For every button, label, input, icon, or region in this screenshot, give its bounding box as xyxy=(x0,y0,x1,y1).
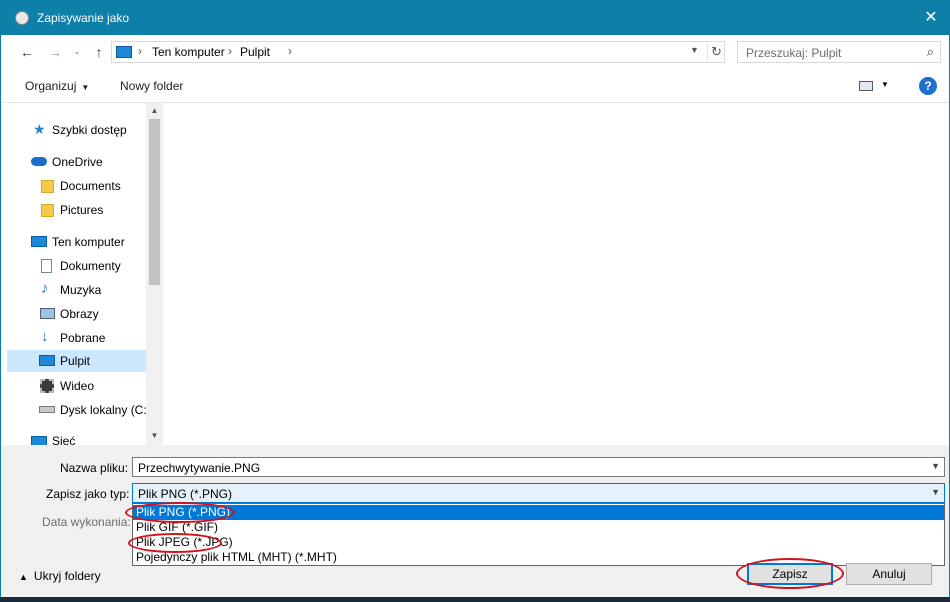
sidebar-item-label: Ten komputer xyxy=(52,235,125,249)
star-icon: ★ xyxy=(33,121,46,137)
hide-folders-button[interactable]: ▲ Ukryj foldery xyxy=(19,569,101,583)
breadcrumb-separator: › xyxy=(288,44,292,58)
sidebar-item-label: Documents xyxy=(60,179,121,193)
sidebar-item-label: Muzyka xyxy=(60,283,102,297)
scroll-down-arrow[interactable]: ▼ xyxy=(146,431,163,440)
sidebar-item-label: Dysk lokalny (C:) xyxy=(60,403,151,417)
highlight-ring-save xyxy=(736,558,844,589)
sidebar-item-documents[interactable]: Documents xyxy=(7,175,146,197)
highlight-ring-jpeg xyxy=(128,533,222,553)
filetype-option-png[interactable]: Plik PNG (*.PNG) xyxy=(133,505,944,520)
organize-label: Organizuj xyxy=(25,79,77,93)
sidebar-item-label: Sieć xyxy=(52,434,76,445)
sidebar-item-local-disk[interactable]: Dysk lokalny (C:) xyxy=(7,399,151,421)
chevron-up-icon: ▲ xyxy=(19,572,28,582)
sidebar-item-dokumenty[interactable]: Dokumenty xyxy=(7,255,146,277)
navigation-pane: ★ Szybki dostęp OneDrive Documents Pictu… xyxy=(1,103,163,445)
sidebar-item-label: Dokumenty xyxy=(60,259,121,273)
download-icon: ↓ xyxy=(41,328,49,345)
filetype-dropdown-list[interactable]: Plik PNG (*.PNG) Plik GIF (*.GIF) Plik J… xyxy=(132,503,945,566)
filename-label: Nazwa pliku: xyxy=(60,461,129,475)
chevron-down-icon[interactable]: ▼ xyxy=(881,80,889,89)
sidebar-item-label: Wideo xyxy=(60,379,95,393)
up-button[interactable]: ↑ xyxy=(91,44,107,60)
cloud-icon xyxy=(31,157,47,166)
sidebar-item-pictures[interactable]: Pictures xyxy=(7,199,146,221)
pictures-icon xyxy=(40,308,55,319)
refresh-button[interactable]: ↻ xyxy=(707,43,725,61)
sidebar-item-label: Obrazy xyxy=(60,307,99,321)
filetype-option-gif[interactable]: Plik GIF (*.GIF) xyxy=(133,520,944,535)
network-icon xyxy=(31,436,47,445)
breadcrumb-desktop[interactable]: Pulpit xyxy=(240,45,270,59)
breadcrumb-this-pc[interactable]: Ten komputer xyxy=(152,45,225,59)
breadcrumb-separator: › xyxy=(228,44,232,58)
address-row: ← → ⌄ ↑ › Ten komputer › Pulpit › ▼ ↻ Pr… xyxy=(1,35,949,69)
chevron-down-icon[interactable]: ▼ xyxy=(931,487,940,497)
new-folder-button[interactable]: Nowy folder xyxy=(120,79,183,93)
view-options-icon[interactable] xyxy=(859,81,873,91)
sidebar-item-quick-access[interactable]: ★ Szybki dostęp xyxy=(7,119,146,141)
computer-icon xyxy=(31,236,47,247)
music-icon: ♪ xyxy=(41,280,49,297)
help-button[interactable]: ? xyxy=(919,77,937,95)
save-as-dialog: Zapisywanie jako ✕ ← → ⌄ ↑ › Ten kompute… xyxy=(0,0,950,597)
drive-icon xyxy=(39,406,55,413)
folder-icon xyxy=(41,180,54,193)
filename-value: Przechwytywanie.PNG xyxy=(138,461,261,475)
filename-field[interactable]: Przechwytywanie.PNG ▼ xyxy=(132,457,945,477)
breadcrumb-separator: › xyxy=(138,44,142,58)
computer-icon xyxy=(116,46,132,58)
sidebar-item-muzyka[interactable]: ♪ Muzyka xyxy=(7,279,146,301)
organize-button[interactable]: Organizuj ▼ xyxy=(25,79,89,93)
sidebar-item-label: Szybki dostęp xyxy=(52,123,127,137)
chevron-down-icon[interactable]: ▼ xyxy=(690,45,699,55)
desktop-icon xyxy=(39,355,55,366)
paint-app-icon xyxy=(15,11,29,25)
date-taken-label: Data wykonania: xyxy=(42,515,131,529)
back-button[interactable]: ← xyxy=(19,44,35,60)
navigation-scrollbar[interactable]: ▲ ▼ xyxy=(146,103,163,445)
sidebar-item-label: Pictures xyxy=(60,203,104,217)
window-title: Zapisywanie jako xyxy=(37,11,130,25)
hide-folders-label: Ukryj foldery xyxy=(33,569,101,583)
forward-button[interactable]: → xyxy=(47,44,63,60)
sidebar-item-pobrane[interactable]: ↓ Pobrane xyxy=(7,327,146,349)
cancel-button[interactable]: Anuluj xyxy=(846,563,932,585)
highlight-ring-png xyxy=(125,502,235,523)
title-bar: Zapisywanie jako ✕ xyxy=(1,1,949,35)
sidebar-item-label: Pulpit xyxy=(60,354,91,368)
sidebar-item-network[interactable]: Sieć xyxy=(7,430,146,445)
sidebar-item-wideo[interactable]: Wideo xyxy=(7,375,146,397)
filetype-value: Plik PNG (*.PNG) xyxy=(138,487,233,501)
file-list-area[interactable] xyxy=(163,103,949,445)
filetype-label: Zapisz jako typ: xyxy=(46,487,130,501)
command-toolbar: Organizuj ▼ Nowy folder ▼ ? xyxy=(1,69,949,103)
chevron-down-icon[interactable]: ▼ xyxy=(931,461,940,471)
filetype-option-jpeg[interactable]: Plik JPEG (*.JPG) xyxy=(133,535,944,550)
sidebar-item-this-pc[interactable]: Ten komputer xyxy=(7,231,146,253)
sidebar-item-obrazy[interactable]: Obrazy xyxy=(7,303,146,325)
chevron-down-icon: ▼ xyxy=(81,83,90,92)
sidebar-item-label: OneDrive xyxy=(52,155,103,169)
forward-dropdown-icon[interactable]: ⌄ xyxy=(69,44,85,60)
filetype-select[interactable]: Plik PNG (*.PNG) ▼ xyxy=(132,483,945,503)
sidebar-item-pulpit[interactable]: Pulpit xyxy=(7,350,146,372)
scroll-up-arrow[interactable]: ▲ xyxy=(146,106,163,115)
sidebar-item-label: Pobrane xyxy=(60,331,106,345)
sidebar-item-onedrive[interactable]: OneDrive xyxy=(7,151,146,173)
document-icon xyxy=(41,259,52,273)
close-button[interactable]: ✕ xyxy=(917,5,945,31)
address-bar[interactable]: › Ten komputer › Pulpit › ▼ ↻ xyxy=(111,41,725,63)
video-icon xyxy=(40,379,54,393)
folder-icon xyxy=(41,204,54,217)
search-placeholder: Przeszukaj: Pulpit xyxy=(746,46,842,60)
search-input[interactable]: Przeszukaj: Pulpit ⌕ xyxy=(737,41,941,63)
search-icon: ⌕ xyxy=(926,44,934,59)
scrollbar-thumb[interactable] xyxy=(149,119,160,285)
